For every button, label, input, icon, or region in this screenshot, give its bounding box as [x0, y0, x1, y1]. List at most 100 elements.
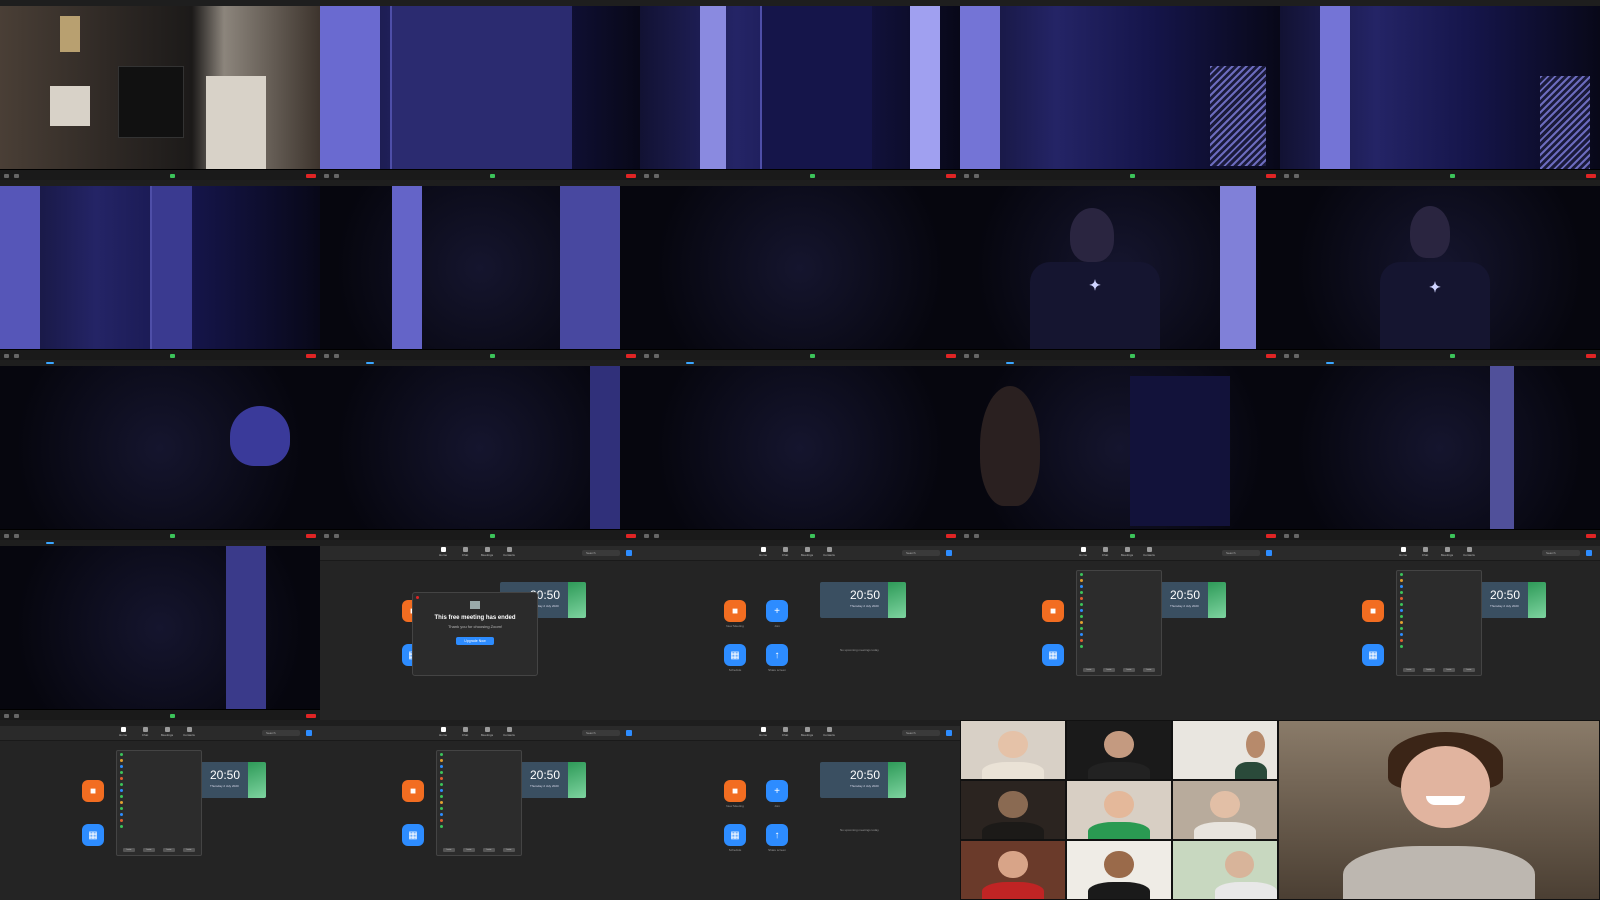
camera-icon[interactable]	[14, 534, 19, 538]
camera-icon[interactable]	[334, 354, 339, 358]
invite-button[interactable]: Invite	[1423, 668, 1435, 672]
invite-button[interactable]: Invite	[1443, 668, 1455, 672]
share-screen-icon[interactable]	[810, 534, 815, 538]
mic-icon[interactable]	[964, 534, 969, 538]
camera-icon[interactable]	[654, 174, 659, 178]
end-meeting-button[interactable]	[626, 534, 636, 538]
avatar[interactable]	[626, 730, 632, 736]
tab-home[interactable]: Home	[1394, 547, 1412, 557]
invite-button[interactable]: Invite	[1103, 668, 1115, 672]
camera-icon[interactable]	[1294, 354, 1299, 358]
mic-icon[interactable]	[1284, 354, 1289, 358]
share-screen-icon[interactable]	[490, 174, 495, 178]
tab-home[interactable]: Home	[754, 727, 772, 737]
tab-contacts[interactable]: Contacts	[820, 727, 838, 737]
share-screen-button[interactable]: ↑	[766, 824, 788, 846]
share-screen-icon[interactable]	[490, 534, 495, 538]
avatar[interactable]	[626, 550, 632, 556]
new-meeting-button[interactable]: ■	[724, 600, 746, 622]
participant-tile[interactable]	[960, 840, 1066, 900]
search-input[interactable]: Search	[582, 550, 620, 556]
tab-chat[interactable]: Chat	[1416, 547, 1434, 557]
camera-icon[interactable]	[14, 714, 19, 718]
tab-chat[interactable]: Chat	[776, 547, 794, 557]
invite-button[interactable]: Invite	[183, 848, 195, 852]
camera-icon[interactable]	[1294, 534, 1299, 538]
active-speaker-tile[interactable]	[1278, 720, 1600, 900]
tab-chat[interactable]: Chat	[136, 727, 154, 737]
join-button[interactable]: +	[766, 780, 788, 802]
avatar[interactable]	[946, 550, 952, 556]
end-meeting-button[interactable]	[946, 534, 956, 538]
mic-icon[interactable]	[644, 534, 649, 538]
tab-chat[interactable]: Chat	[1096, 547, 1114, 557]
camera-icon[interactable]	[974, 534, 979, 538]
search-input[interactable]: Search	[1222, 550, 1260, 556]
invite-button[interactable]: Invite	[123, 848, 135, 852]
end-meeting-button[interactable]	[1266, 534, 1276, 538]
camera-icon[interactable]	[974, 354, 979, 358]
camera-icon[interactable]	[654, 534, 659, 538]
mic-icon[interactable]	[324, 534, 329, 538]
search-input[interactable]: Search	[902, 730, 940, 736]
camera-icon[interactable]	[1294, 174, 1299, 178]
share-screen-icon[interactable]	[170, 354, 175, 358]
participant-tile[interactable]	[1172, 720, 1278, 780]
tab-contacts[interactable]: Contacts	[1460, 547, 1478, 557]
tab-meetings[interactable]: Meetings	[798, 727, 816, 737]
tab-meetings[interactable]: Meetings	[158, 727, 176, 737]
tab-meetings[interactable]: Meetings	[798, 547, 816, 557]
invite-button[interactable]: Invite	[463, 848, 475, 852]
mic-icon[interactable]	[644, 354, 649, 358]
tab-home[interactable]: Home	[1074, 547, 1092, 557]
search-input[interactable]: Search	[262, 730, 300, 736]
invite-button[interactable]: Invite	[503, 848, 515, 852]
tab-chat[interactable]: Chat	[456, 547, 474, 557]
share-screen-icon[interactable]	[490, 354, 495, 358]
tab-contacts[interactable]: Contacts	[180, 727, 198, 737]
new-meeting-button[interactable]: ■	[1362, 600, 1384, 622]
share-screen-icon[interactable]	[1130, 354, 1135, 358]
schedule-button[interactable]: ▦	[1362, 644, 1384, 666]
tab-home[interactable]: Home	[434, 727, 452, 737]
invite-button[interactable]: Invite	[1143, 668, 1155, 672]
list-item[interactable]	[1397, 643, 1481, 649]
camera-icon[interactable]	[334, 534, 339, 538]
end-meeting-button[interactable]	[306, 714, 316, 718]
tab-chat[interactable]: Chat	[776, 727, 794, 737]
share-screen-icon[interactable]	[170, 714, 175, 718]
share-screen-icon[interactable]	[170, 534, 175, 538]
share-screen-icon[interactable]	[810, 354, 815, 358]
invite-button[interactable]: Invite	[443, 848, 455, 852]
avatar[interactable]	[946, 730, 952, 736]
search-input[interactable]: Search	[902, 550, 940, 556]
participant-tile[interactable]	[1172, 780, 1278, 840]
invite-button[interactable]: Invite	[1123, 668, 1135, 672]
camera-icon[interactable]	[334, 174, 339, 178]
new-meeting-button[interactable]: ■	[402, 780, 424, 802]
tab-meetings[interactable]: Meetings	[478, 727, 496, 737]
tab-contacts[interactable]: Contacts	[500, 547, 518, 557]
tab-home[interactable]: Home	[434, 547, 452, 557]
mic-icon[interactable]	[1284, 174, 1289, 178]
mic-icon[interactable]	[1284, 534, 1289, 538]
end-meeting-button[interactable]	[946, 174, 956, 178]
end-meeting-button[interactable]	[306, 174, 316, 178]
end-meeting-button[interactable]	[1586, 174, 1596, 178]
mic-icon[interactable]	[324, 354, 329, 358]
invite-button[interactable]: Invite	[143, 848, 155, 852]
invite-button[interactable]: Invite	[1463, 668, 1475, 672]
participant-tile[interactable]	[1172, 840, 1278, 900]
camera-icon[interactable]	[14, 354, 19, 358]
tab-home[interactable]: Home	[754, 547, 772, 557]
participant-tile[interactable]	[1066, 780, 1172, 840]
schedule-button[interactable]: ▦	[402, 824, 424, 846]
tab-contacts[interactable]: Contacts	[1140, 547, 1158, 557]
end-meeting-button[interactable]	[626, 174, 636, 178]
list-item[interactable]	[1077, 643, 1161, 649]
end-meeting-button[interactable]	[306, 354, 316, 358]
mic-icon[interactable]	[4, 714, 9, 718]
end-meeting-button[interactable]	[946, 354, 956, 358]
avatar[interactable]	[306, 730, 312, 736]
invite-button[interactable]: Invite	[1083, 668, 1095, 672]
